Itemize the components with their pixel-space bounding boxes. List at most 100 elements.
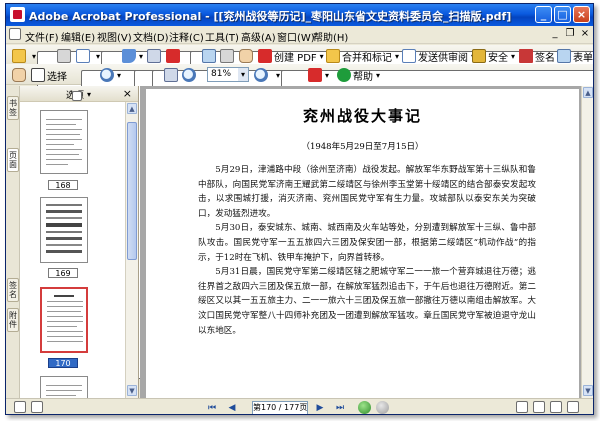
first-page-icon[interactable]: ⏮ [206, 402, 218, 414]
snapshot-icon[interactable] [202, 49, 216, 63]
red-tool-icon[interactable] [166, 49, 180, 63]
window-title: Adobe Acrobat Professional - [[兖州战役等历记]_… [29, 10, 512, 23]
edit-icon[interactable] [122, 49, 136, 63]
create-pdf-icon [258, 49, 272, 63]
document-page: 兖州战役大事记 （1948年5月29日至7月15日） 5月29日，津浦路中段（徐… [146, 89, 579, 398]
next-view-icon[interactable] [376, 401, 389, 414]
open-icon[interactable] [12, 49, 26, 63]
scroll-down-icon[interactable]: ▼ [127, 385, 137, 396]
image-icon[interactable] [147, 49, 161, 63]
page-thumbnail[interactable] [40, 376, 88, 398]
zoom-level-field[interactable]: 81% ▾ [207, 67, 249, 82]
combine-icon [326, 49, 340, 63]
zoom-dropdown-icon[interactable]: ▾ [238, 68, 248, 81]
options-status-icon[interactable] [14, 401, 26, 413]
zoom-tool-icon[interactable] [100, 68, 114, 82]
send-review-button[interactable]: 发送供审阅 [402, 48, 475, 64]
tab-pages[interactable]: 页面 [7, 148, 19, 172]
close-doc-icon[interactable]: × [578, 27, 592, 41]
scroll-thumb[interactable] [127, 122, 137, 260]
document-menu-icon[interactable] [9, 28, 21, 40]
navigation-tabs: 书签 页面 签名 附件 [6, 86, 20, 398]
sign-icon [519, 49, 533, 63]
tab-signatures[interactable]: 签名 [7, 278, 19, 302]
help-icon [337, 68, 351, 82]
menu-file[interactable]: 文件(F) [25, 29, 59, 44]
menu-view[interactable]: 视图(V) [97, 29, 132, 44]
document-scrollbar[interactable]: ▲ ▼ [581, 86, 593, 398]
thumbnail-list: 168 169 170 [20, 102, 126, 398]
create-pdf-button[interactable]: 创建 PDF [258, 48, 324, 64]
close-button[interactable]: × [573, 6, 590, 23]
select-tool-button[interactable]: 选择 [31, 67, 67, 83]
scroll-up-icon[interactable]: ▲ [127, 103, 137, 114]
combine-button[interactable]: 合并和标记 [326, 48, 399, 64]
next-page-icon[interactable]: ▶ [314, 402, 326, 414]
restore-doc-icon[interactable]: ❐ [563, 27, 577, 41]
menu-bar: 文件(F) 编辑(E) 视图(V) 文档(D) 注释(C) 工具(T) 高级(A… [6, 26, 593, 44]
zoom-out-icon[interactable] [182, 68, 196, 82]
paragraph: 5月30日，泰安城东、城南、城西南及火车站等处，分别遭到解放军十三纵、鲁中部队攻… [198, 223, 536, 263]
forms-icon [557, 49, 571, 63]
secure-button[interactable]: 安全 [472, 48, 515, 64]
hand-tool-icon[interactable] [12, 68, 26, 82]
menu-tools[interactable]: 工具(T) [205, 29, 239, 44]
document-title: 兖州战役大事记 [302, 107, 422, 125]
menu-advanced[interactable]: 高级(A) [241, 29, 276, 44]
zoom-in-icon[interactable] [254, 68, 268, 82]
menu-comments[interactable]: 注释(C) [169, 29, 204, 44]
page-thumbnail[interactable] [40, 110, 88, 174]
acrobat-logo-icon [10, 7, 25, 22]
options-button[interactable]: 选项 [66, 88, 91, 101]
last-page-icon[interactable]: ⏭ [334, 402, 346, 414]
minimize-button[interactable]: _ [535, 6, 552, 23]
tab-bookmarks[interactable]: 书签 [7, 96, 19, 120]
menu-help[interactable]: 帮助(H) [313, 29, 348, 44]
thumbnail-label[interactable]: 168 [48, 180, 78, 190]
paragraph: 5月31日晨，国民党守军第二绥靖区辖之肥城守军二一一旅一个营弃城退往万德；逃往界… [198, 267, 536, 336]
document-viewer[interactable]: 兖州战役大事记 （1948年5月29日至7月15日） 5月29日，津浦路中段（徐… [140, 86, 581, 398]
forms-button[interactable]: 表单 [557, 48, 593, 64]
single-page-icon[interactable] [516, 401, 528, 413]
thumbnail-label-current[interactable]: 170 [48, 358, 78, 368]
yahoo-icon[interactable] [308, 68, 322, 82]
document-body: 5月29日，津浦路中段（徐州至济南）战役发起。解放军华东野战军第十三纵队和鲁中部… [198, 163, 536, 338]
menu-edit[interactable]: 编辑(E) [61, 29, 95, 44]
help-button[interactable]: 帮助 [337, 67, 380, 83]
scroll-up-icon[interactable]: ▲ [583, 87, 593, 98]
print-icon[interactable] [57, 49, 71, 63]
previous-view-icon[interactable] [358, 401, 371, 414]
title-bar[interactable]: Adobe Acrobat Professional - [[兖州战役等历记]_… [6, 4, 593, 26]
continuous-facing-icon[interactable] [567, 401, 579, 413]
options-icon [72, 91, 82, 101]
panel-header: 选项 × [20, 86, 138, 102]
status-bar: ⏮ ◀ 第170 / 177页 ▶ ⏭ [6, 398, 593, 414]
previous-page-icon[interactable]: ◀ [226, 402, 238, 414]
tab-attachments[interactable]: 附件 [7, 308, 19, 332]
thumbnail-label[interactable]: 169 [48, 268, 78, 278]
thumbnail-scrollbar[interactable]: ▲ ▼ [125, 102, 138, 398]
navigation-toolbar: 选择 81%▾ 帮助 [6, 64, 593, 379]
panel-close-button[interactable]: × [123, 87, 132, 100]
paragraph: 5月29日，津浦路中段（徐州至济南）战役发起。解放军华东野战军第十三纵队和鲁中部… [198, 165, 536, 219]
menu-window[interactable]: 窗口(W) [277, 29, 315, 44]
email-icon[interactable] [76, 49, 90, 63]
attach-icon[interactable] [220, 49, 234, 63]
sign-button[interactable]: 签名 [519, 48, 562, 64]
continuous-icon[interactable] [533, 401, 545, 413]
menu-document[interactable]: 文档(D) [133, 29, 169, 44]
layout-icon[interactable] [31, 401, 43, 413]
acrobat-window: Adobe Acrobat Professional - [[兖州战役等历记]_… [5, 3, 594, 415]
scroll-down-icon[interactable]: ▼ [583, 385, 593, 396]
review-icon [402, 49, 416, 63]
stamp-icon[interactable] [239, 49, 253, 63]
page-thumbnail[interactable] [40, 197, 88, 263]
pages-panel: 选项 × 168 169 170 ▲ ▼ [20, 86, 139, 398]
maximize-button[interactable]: □ [554, 6, 571, 23]
lock-icon [472, 49, 486, 63]
page-thumbnail-current[interactable] [40, 287, 88, 353]
fit-width-icon[interactable] [164, 68, 178, 82]
facing-icon[interactable] [550, 401, 562, 413]
minimize-doc-icon[interactable]: _ [548, 27, 562, 41]
page-number-field[interactable]: 第170 / 177页 [252, 401, 308, 414]
